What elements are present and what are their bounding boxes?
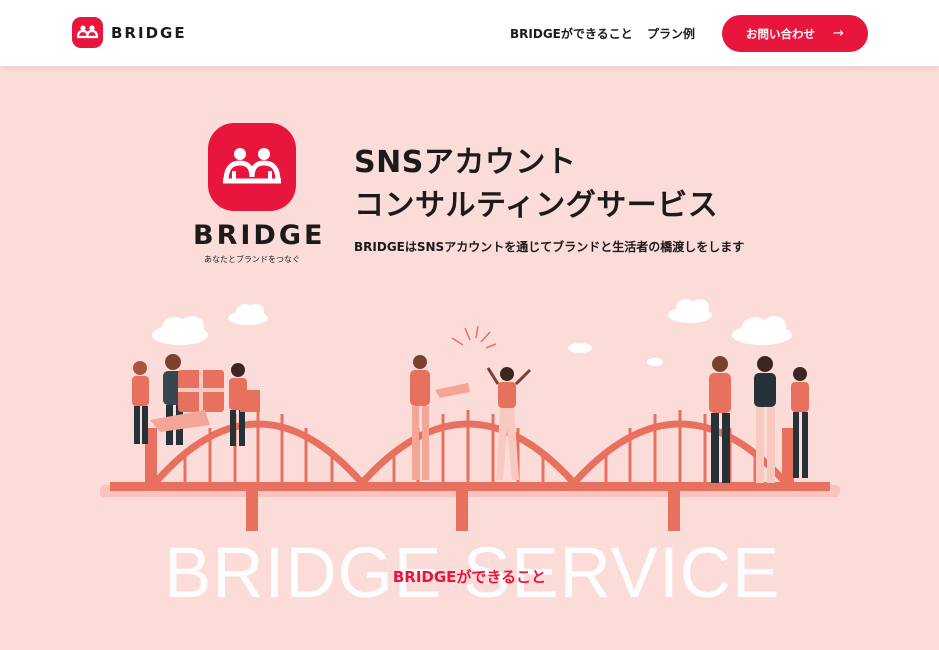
nav-item-service[interactable]: BRIDGEができること <box>510 0 633 66</box>
bridge-logo-icon <box>208 123 296 211</box>
nav-link-label: BRIDGEができること <box>510 26 633 41</box>
hero-logo-name: BRIDGE <box>193 220 326 251</box>
cloud-icon <box>152 299 792 366</box>
section-title: BRIDGEができること <box>392 568 547 586</box>
people-center-group <box>410 325 532 480</box>
hero-title: SNSアカウント コンサルティングサービス <box>354 141 718 227</box>
bridge-illustration <box>100 299 840 531</box>
people-right-group <box>709 356 809 483</box>
nav-link-label: プラン例 <box>647 26 696 41</box>
hero-title-line-2: コンサルティングサービス <box>354 188 719 223</box>
hero-lead: BRIDGEはSNSアカウントを通じてブランドと生活者の橋渡しをします <box>354 240 745 254</box>
arrow-right-icon: → <box>833 26 844 41</box>
brand-logo[interactable]: BRIDGE <box>72 17 187 48</box>
site-header: BRIDGE BRIDGEができること プラン例 お問い合わせ → <box>0 0 939 66</box>
nav-item-plans[interactable]: プラン例 <box>647 0 695 66</box>
brand-name: BRIDGE <box>111 23 187 42</box>
bridge-logo-icon <box>72 17 103 48</box>
hero-title-line-1: SNSアカウント <box>354 145 577 180</box>
hero-logo: BRIDGE あなたとブランドをつなぐ <box>193 123 326 265</box>
contact-button-label: お問い合わせ <box>746 26 816 41</box>
hero-logo-tagline: あなたとブランドをつなぐ <box>204 255 300 264</box>
contact-button[interactable]: お問い合わせ → <box>722 15 868 52</box>
